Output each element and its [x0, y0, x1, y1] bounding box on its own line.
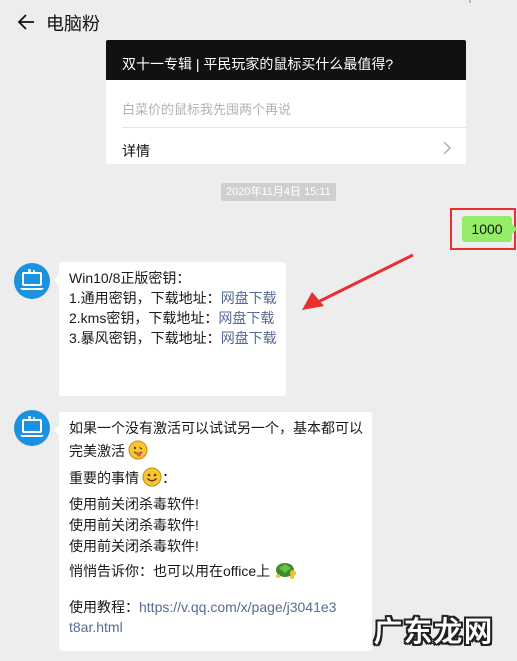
chat-title: 电脑粉 — [46, 14, 100, 34]
item-label: 1.通用密钥，下载地址： — [69, 290, 221, 306]
watermark: 广东龙网 — [360, 598, 512, 656]
item-label: 2.kms密钥，下载地址： — [69, 310, 219, 326]
reply-bubble-tips: 如果一个没有激活可以试试另一个，基本都可以 完美激活 重要的事情 ： 使用前关闭杀… — [54, 412, 372, 651]
bubble-tail — [512, 224, 517, 234]
reply-bubble-keys: Win10/8正版密钥： 1.通用密钥，下载地址：网盘下载 2.kms密钥，下载… — [54, 262, 286, 396]
tip-line: 悄悄告诉你：也可以用在office上 — [69, 560, 362, 581]
article-banner: 双十一专辑 | 平民玩家的鼠标买什么最值得? — [106, 40, 466, 80]
tutorial-link[interactable]: t8ar.html — [69, 617, 362, 637]
more-icon[interactable] — [465, 0, 475, 4]
download-link[interactable]: 网盘下载 — [218, 310, 274, 326]
chevron-right-icon — [443, 141, 452, 155]
tip-text: 使用教程： — [69, 599, 139, 615]
divider — [122, 127, 466, 128]
warning-line: 使用前关闭杀毒软件! — [69, 496, 199, 512]
tip-text: ： — [162, 470, 176, 486]
tip-text: 完美激活 — [69, 443, 125, 459]
bubble-tail — [54, 275, 59, 285]
article-detail-link[interactable]: 详情 — [122, 141, 150, 161]
article-title: 双十一专辑 | 平民玩家的鼠标买什么最值得? — [122, 56, 394, 72]
laptop-icon — [20, 269, 44, 290]
turtle-emoji-icon — [276, 563, 297, 579]
list-item: 1.通用密钥，下载地址：网盘下载 — [69, 288, 277, 308]
tip-text: 重要的事情 — [69, 470, 139, 486]
list-item: 2.kms密钥，下载地址：网盘下载 — [69, 308, 276, 328]
tongue-out-emoji-icon — [128, 440, 148, 460]
tip-line: 使用教程：https://v.qq.com/x/page/j3041e3 — [69, 597, 362, 617]
tip-text: 悄悄告诉你：也可以用在office上 — [69, 563, 271, 579]
warning-line: 使用前关闭杀毒软件! — [69, 517, 199, 533]
tip-line: 重要的事情 ： — [69, 467, 362, 488]
article-card[interactable]: 双十一专辑 | 平民玩家的鼠标买什么最值得? 白菜价的鼠标我先囤两个再说 详情 — [106, 40, 466, 164]
smile-emoji-icon — [142, 467, 162, 487]
tip-line: 如果一个没有激活可以试试另一个，基本都可以 — [69, 420, 363, 436]
chat-header: 电脑粉 — [0, 0, 517, 44]
sent-message-bubble[interactable]: 1000 — [462, 216, 512, 242]
avatar[interactable] — [14, 410, 50, 446]
warning-line: 使用前关闭杀毒软件! — [69, 538, 199, 554]
article-description: 白菜价的鼠标我先囤两个再说 — [122, 102, 292, 117]
list-item: 3.暴风密钥，下载地址：网盘下载 — [69, 328, 277, 348]
laptop-icon — [20, 416, 44, 437]
keys-heading: Win10/8正版密钥： — [69, 270, 191, 286]
download-link[interactable]: 网盘下载 — [221, 290, 277, 306]
tutorial-link[interactable]: https://v.qq.com/x/page/j3041e3 — [139, 599, 336, 615]
watermark-text: 广东龙网 — [374, 616, 495, 647]
message-timestamp: 2020年11月4日 15:11 — [221, 183, 336, 201]
item-label: 3.暴风密钥，下载地址： — [69, 330, 221, 346]
download-link[interactable]: 网盘下载 — [221, 330, 277, 346]
red-arrow-annotation — [302, 253, 414, 310]
bubble-tail — [54, 425, 59, 435]
tip-line: 完美激活 — [69, 440, 362, 461]
avatar[interactable] — [14, 263, 50, 299]
arrow-left-icon[interactable] — [16, 12, 36, 32]
